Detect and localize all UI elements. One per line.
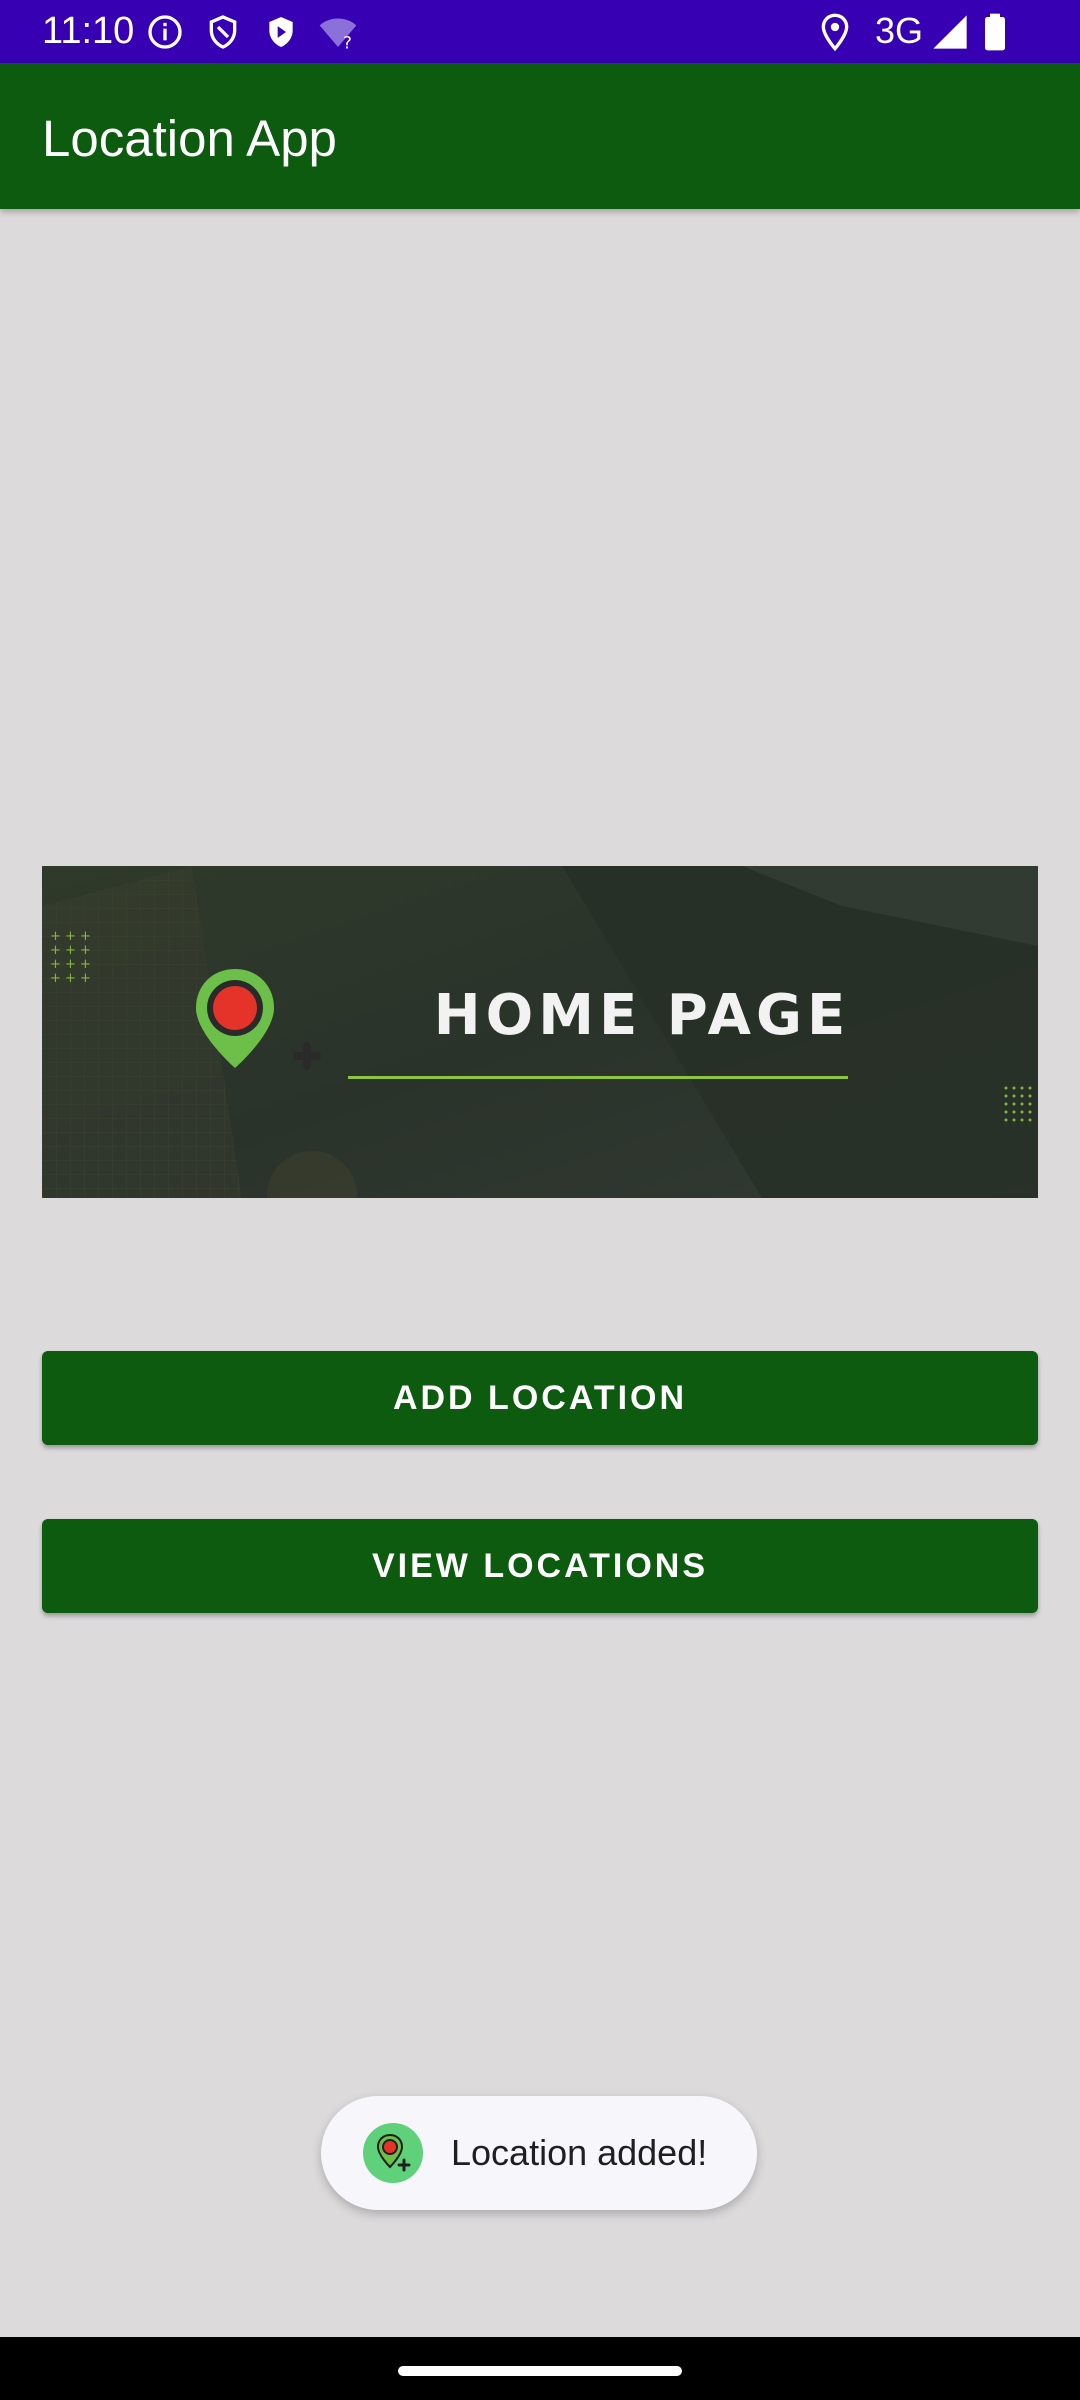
map-pin-icon [196,969,321,1070]
toast-notification: Location added! [321,2096,757,2210]
network-type: 3G [875,10,924,51]
svg-text:+ + +: + + + [50,957,91,972]
toast-message: Location added! [451,2132,708,2173]
add-location-button[interactable]: ADD LOCATION [42,1351,1038,1445]
app-bar: Location App [0,63,1080,209]
banner-underline [348,1076,848,1079]
location-icon [815,12,855,52]
svg-text:+ + +: + + + [50,971,91,986]
view-locations-button[interactable]: VIEW LOCATIONS [42,1519,1038,1613]
navigation-bar [0,2337,1080,2400]
home-gesture-handle[interactable] [398,2366,682,2376]
svg-text:+ + +: + + + [50,929,91,944]
svg-text:?: ? [343,34,352,52]
app-title: Location App [42,110,337,167]
home-banner: + + + + + + + + + + + + HOME PAGE [42,866,1038,1198]
wifi-unknown-icon: ? [318,12,358,52]
info-icon [145,12,185,52]
battery-icon [975,12,1015,52]
banner-title: HOME PAGE [433,983,851,1048]
shield-play-icon [261,12,301,52]
status-bar: 11:10 ? 3G [0,0,1080,63]
status-time: 11:10 [42,10,135,52]
svg-text:+ + +: + + + [50,943,91,958]
location-add-icon [363,2123,423,2183]
signal-icon [930,12,970,52]
shield-icon [203,12,243,52]
